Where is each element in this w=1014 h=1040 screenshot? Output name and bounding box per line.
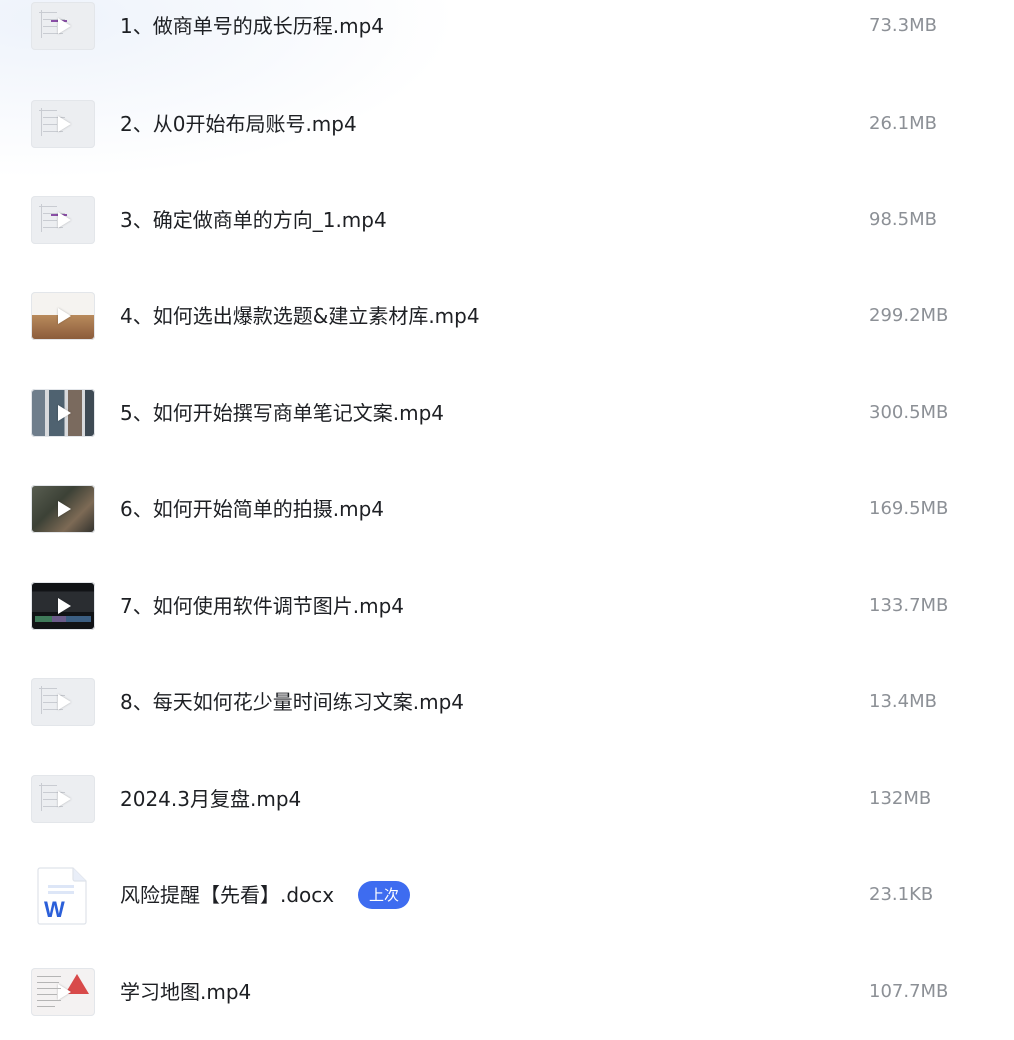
file-size: 23.1KB: [869, 884, 934, 905]
play-icon: [58, 791, 71, 807]
video-thumbnail: [31, 775, 95, 823]
play-icon: [58, 598, 71, 614]
svg-text:W: W: [44, 897, 65, 922]
file-size: 299.2MB: [869, 305, 949, 326]
play-icon: [58, 501, 71, 517]
play-icon: [58, 18, 71, 34]
file-name[interactable]: 1、做商单号的成长历程.mp4: [120, 12, 384, 40]
file-list: 1、做商单号的成长历程.mp4 73.3MB 2、从0开始布局账号.mp4 26…: [0, 0, 1014, 1024]
file-size: 107.7MB: [869, 981, 949, 1002]
file-size: 132MB: [869, 788, 932, 809]
file-row[interactable]: 学习地图.mp4 107.7MB: [0, 944, 1014, 1040]
word-doc-icon: W: [37, 867, 87, 925]
video-thumbnail: [31, 100, 95, 148]
video-thumbnail: [31, 485, 95, 533]
file-row[interactable]: 2024.3月复盘.mp4 132MB: [0, 751, 1014, 847]
file-row[interactable]: 1、做商单号的成长历程.mp4 73.3MB: [0, 0, 1014, 74]
file-size: 73.3MB: [869, 15, 937, 36]
file-name[interactable]: 6、如何开始简单的拍摄.mp4: [120, 495, 384, 523]
file-name[interactable]: 3、确定做商单的方向_1.mp4: [120, 206, 387, 234]
video-thumbnail: [31, 389, 95, 437]
file-size: 300.5MB: [869, 402, 949, 423]
video-thumbnail: [31, 678, 95, 726]
video-thumbnail: [31, 196, 95, 244]
file-size: 133.7MB: [869, 595, 949, 616]
video-thumbnail: [31, 2, 95, 50]
play-icon: [58, 405, 71, 421]
play-icon: [58, 212, 71, 228]
video-thumbnail: [31, 582, 95, 630]
file-size: 13.4MB: [869, 691, 937, 712]
play-icon: [58, 984, 71, 1000]
file-row[interactable]: W 风险提醒【先看】.docx 上次 23.1KB: [0, 847, 1014, 943]
file-name[interactable]: 学习地图.mp4: [120, 978, 251, 1006]
file-row[interactable]: 5、如何开始撰写商单笔记文案.mp4 300.5MB: [0, 365, 1014, 461]
file-row[interactable]: 3、确定做商单的方向_1.mp4 98.5MB: [0, 172, 1014, 268]
file-row[interactable]: 8、每天如何花少量时间练习文案.mp4 13.4MB: [0, 654, 1014, 750]
file-name[interactable]: 2、从0开始布局账号.mp4: [120, 110, 357, 138]
file-size: 169.5MB: [869, 498, 949, 519]
play-icon: [58, 308, 71, 324]
file-name[interactable]: 2024.3月复盘.mp4: [120, 785, 301, 813]
file-name[interactable]: 7、如何使用软件调节图片.mp4: [120, 592, 404, 620]
file-name[interactable]: 风险提醒【先看】.docx: [120, 881, 334, 909]
file-row[interactable]: 4、如何选出爆款选题&建立素材库.mp4 299.2MB: [0, 268, 1014, 364]
file-size: 98.5MB: [869, 209, 937, 230]
video-thumbnail: [31, 968, 95, 1016]
play-icon: [58, 116, 71, 132]
file-row[interactable]: 6、如何开始简单的拍摄.mp4 169.5MB: [0, 461, 1014, 557]
file-name[interactable]: 8、每天如何花少量时间练习文案.mp4: [120, 688, 464, 716]
file-name[interactable]: 4、如何选出爆款选题&建立素材库.mp4: [120, 302, 480, 330]
file-row[interactable]: 7、如何使用软件调节图片.mp4 133.7MB: [0, 558, 1014, 654]
file-size: 26.1MB: [869, 113, 937, 134]
play-icon: [58, 694, 71, 710]
last-opened-badge: 上次: [358, 881, 411, 909]
file-name[interactable]: 5、如何开始撰写商单笔记文案.mp4: [120, 399, 444, 427]
file-row[interactable]: 2、从0开始布局账号.mp4 26.1MB: [0, 76, 1014, 172]
video-thumbnail: [31, 292, 95, 340]
